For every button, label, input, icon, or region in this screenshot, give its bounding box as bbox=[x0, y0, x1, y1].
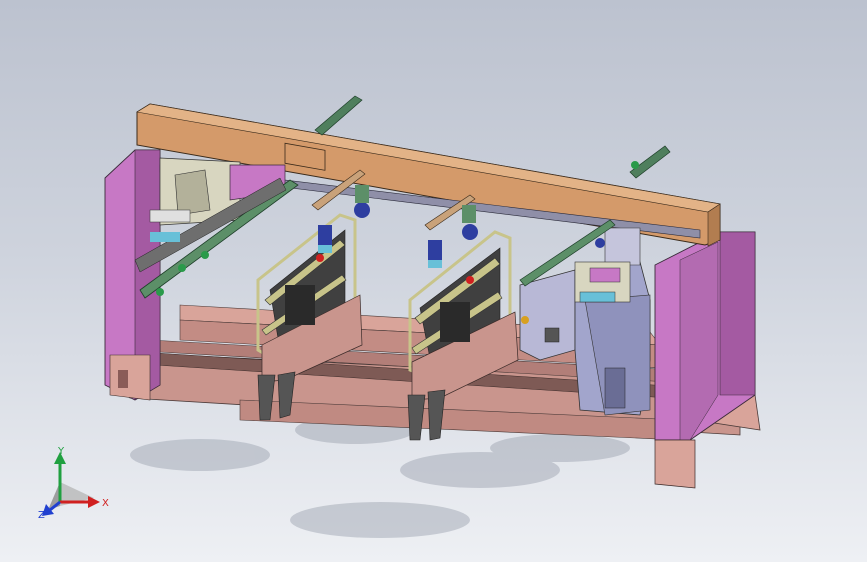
machine-assembly[interactable] bbox=[0, 0, 867, 562]
x-axis-label: X bbox=[102, 498, 109, 509]
z-axis-label: Z bbox=[38, 510, 45, 520]
model-viewport[interactable]: Y X Z bbox=[0, 0, 867, 562]
right-pillar[interactable] bbox=[654, 231, 756, 489]
coordinate-triad: Y X Z bbox=[38, 446, 109, 520]
left-pillar[interactable] bbox=[104, 149, 161, 401]
x-axis-arrowhead bbox=[88, 496, 100, 508]
y-axis-label: Y bbox=[57, 446, 65, 457]
